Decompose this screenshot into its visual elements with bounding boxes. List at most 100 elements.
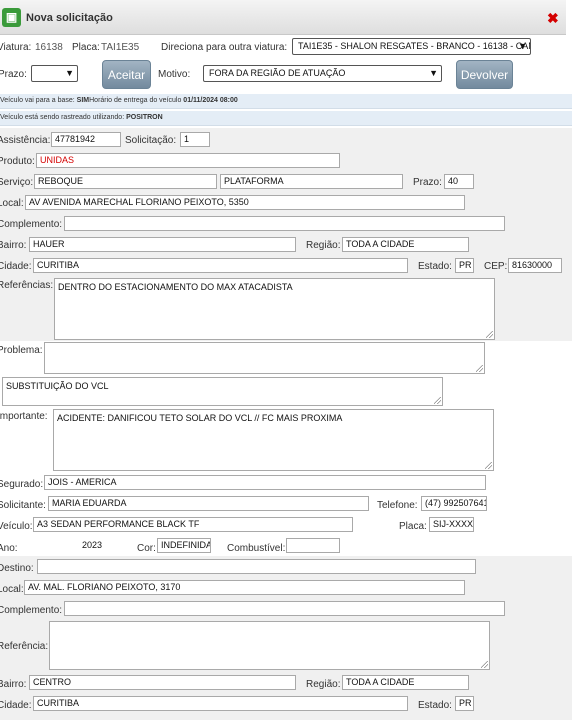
veiculo-input[interactable]: A3 SEDAN PERFORMANCE BLACK TF bbox=[33, 517, 353, 532]
destino-input[interactable] bbox=[37, 559, 476, 574]
resize-grip-icon[interactable] bbox=[486, 331, 493, 338]
base-info-value: SIM bbox=[76, 97, 90, 104]
referencias-textarea[interactable]: DENTRO DO ESTACIONAMENTO DO MAX ATACADIS… bbox=[54, 278, 495, 340]
base-info-prefix: Veículo vai para a base: bbox=[0, 97, 77, 104]
destino-referencia-label: Referência: bbox=[0, 641, 49, 652]
complemento-label: Complemento: bbox=[0, 219, 63, 230]
servico-label: Serviço: bbox=[0, 177, 34, 188]
resize-grip-icon[interactable] bbox=[485, 462, 492, 469]
problema-descricao-text: SUBSTITUIÇÃO DO VCL bbox=[6, 381, 109, 391]
destino-regiao-input[interactable]: TODA A CIDADE bbox=[342, 675, 469, 690]
viatura-value: 16138 bbox=[35, 42, 63, 53]
app-logo-icon: ▣ bbox=[2, 8, 21, 27]
entrega-info-prefix: Horário de entrega do veículo bbox=[89, 97, 184, 104]
segurado-input[interactable]: JOIS - AMERICA bbox=[44, 475, 486, 490]
problema-textarea[interactable] bbox=[44, 342, 485, 374]
direciona-label: Direciona para outra viatura: bbox=[161, 42, 288, 53]
importante-textarea[interactable]: ACIDENTE: DANIFICOU TETO SOLAR DO VCL //… bbox=[53, 409, 494, 471]
motivo-select-value: FORA DA REGIÃO DE ATUAÇÃO bbox=[209, 68, 346, 78]
importante-text: ACIDENTE: DANIFICOU TETO SOLAR DO VCL //… bbox=[57, 413, 343, 423]
devolver-button[interactable]: Devolver bbox=[456, 60, 513, 89]
direciona-select[interactable]: TAI1E35 - SHALON RESGATES - BRANCO - 161… bbox=[292, 38, 531, 55]
motivo-label: Motivo: bbox=[158, 69, 191, 80]
destino-complemento-input[interactable] bbox=[64, 601, 505, 616]
complemento-input[interactable] bbox=[64, 216, 505, 231]
prazo-select[interactable]: ▼ bbox=[31, 65, 78, 82]
estado-label: Estado: bbox=[418, 261, 452, 272]
bairro-input[interactable]: HAUER bbox=[29, 237, 296, 252]
cor-input[interactable]: INDEFINIDA bbox=[157, 538, 211, 553]
resize-grip-icon[interactable] bbox=[481, 661, 488, 668]
combustivel-input[interactable] bbox=[286, 538, 340, 553]
solicitante-input[interactable]: MARIA EDUARDA bbox=[48, 496, 369, 511]
assistencia-input[interactable]: 47781942 bbox=[51, 132, 121, 147]
telefone-label: Telefone: bbox=[377, 500, 418, 511]
telefone-input[interactable]: (47) 992507641 bbox=[421, 496, 487, 511]
solicitacao-input[interactable]: 1 bbox=[180, 132, 210, 147]
resize-grip-icon[interactable] bbox=[434, 397, 441, 404]
chevron-down-icon: ▼ bbox=[65, 68, 74, 78]
segurado-label: Segurado: bbox=[0, 479, 44, 490]
destino-referencia-textarea[interactable] bbox=[49, 621, 490, 670]
destino-cidade-label: Cidade: bbox=[0, 700, 32, 711]
cidade-input[interactable]: CURITIBA bbox=[33, 258, 408, 273]
destino-complemento-label: Complemento: bbox=[0, 605, 63, 616]
servico-input[interactable]: REBOQUE bbox=[34, 174, 217, 189]
cep-input[interactable]: 81630000 bbox=[508, 258, 562, 273]
solicitante-label: Solicitante: bbox=[0, 500, 46, 511]
destino-estado-label: Estado: bbox=[418, 700, 452, 711]
motivo-select[interactable]: FORA DA REGIÃO DE ATUAÇÃO ▼ bbox=[203, 65, 442, 82]
combustivel-label: Combustível: bbox=[227, 543, 286, 554]
produto-input[interactable]: UNIDAS bbox=[36, 153, 340, 168]
ano-label: Ano: bbox=[0, 543, 18, 554]
destino-cidade-input[interactable]: CURITIBA bbox=[33, 696, 408, 711]
prazo-header-label: Prazo: bbox=[0, 69, 27, 80]
assistencia-label: Assistência: bbox=[0, 135, 51, 146]
solicitacao-label: Solicitação: bbox=[125, 135, 177, 146]
destino-bairro-input[interactable]: CENTRO bbox=[29, 675, 296, 690]
prazo-input[interactable]: 40 bbox=[444, 174, 474, 189]
regiao-label: Região: bbox=[306, 240, 341, 251]
direciona-select-value: TAI1E35 - SHALON RESGATES - BRANCO - 161… bbox=[298, 41, 530, 51]
placa-input[interactable]: SIJ-XXXX bbox=[429, 517, 474, 532]
placa-header-value: TAI1E35 bbox=[101, 42, 140, 53]
destino-regiao-label: Região: bbox=[306, 679, 341, 690]
destino-local-input[interactable]: AV. MAL. FLORIANO PEIXOTO, 3170 bbox=[24, 580, 465, 595]
destino-label: Destino: bbox=[0, 563, 34, 574]
referencias-text: DENTRO DO ESTACIONAMENTO DO MAX ATACADIS… bbox=[58, 282, 293, 292]
close-icon[interactable]: ✖ bbox=[547, 10, 559, 27]
destino-bairro-label: Bairro: bbox=[0, 679, 27, 690]
ano-input[interactable]: 2023 bbox=[78, 538, 118, 553]
cep-label: CEP: bbox=[484, 261, 508, 272]
bairro-label: Bairro: bbox=[0, 240, 27, 251]
resize-grip-icon[interactable] bbox=[476, 365, 483, 372]
rastreio-info-bar: Veículo está sendo rastreado utilizando:… bbox=[0, 111, 572, 126]
local-label: Local: bbox=[0, 198, 24, 209]
destino-local-label: Local: bbox=[0, 584, 24, 595]
chevron-down-icon: ▼ bbox=[429, 68, 438, 78]
placa-label: Placa: bbox=[399, 521, 427, 532]
cidade-label: Cidade: bbox=[0, 261, 32, 272]
chevron-down-icon: ▼ bbox=[518, 41, 527, 51]
servico-tipo-input[interactable]: PLATAFORMA bbox=[220, 174, 403, 189]
importante-label: Importante: bbox=[0, 411, 48, 422]
problema-descricao-textarea[interactable]: SUBSTITUIÇÃO DO VCL bbox=[2, 377, 443, 406]
rastreio-info-prefix: Veículo está sendo rastreado utilizando: bbox=[0, 114, 127, 121]
placa-header-label: Placa: bbox=[72, 42, 100, 53]
estado-input[interactable]: PR bbox=[455, 258, 474, 273]
rastreio-info-value: POSITRON bbox=[126, 114, 163, 121]
base-info-bar: Veículo vai para a base: SIMHorário de e… bbox=[0, 94, 572, 109]
destino-estado-input[interactable]: PR bbox=[455, 696, 474, 711]
regiao-input[interactable]: TODA A CIDADE bbox=[342, 237, 469, 252]
referencias-label: Referências: bbox=[0, 280, 54, 291]
veiculo-label: Veículo: bbox=[0, 521, 33, 532]
aceitar-button[interactable]: Aceitar bbox=[102, 60, 151, 89]
local-input[interactable]: AV AVENIDA MARECHAL FLORIANO PEIXOTO, 53… bbox=[25, 195, 465, 210]
viatura-label: Viatura: bbox=[0, 42, 32, 53]
entrega-info-date: 01/11/2024 08:00 bbox=[183, 97, 238, 104]
window-title: Nova solicitação bbox=[26, 12, 113, 24]
problema-label: Problema: bbox=[0, 345, 43, 356]
prazo-label: Prazo: bbox=[413, 177, 442, 188]
cor-label: Cor: bbox=[137, 543, 156, 554]
produto-label: Produto: bbox=[0, 156, 35, 167]
